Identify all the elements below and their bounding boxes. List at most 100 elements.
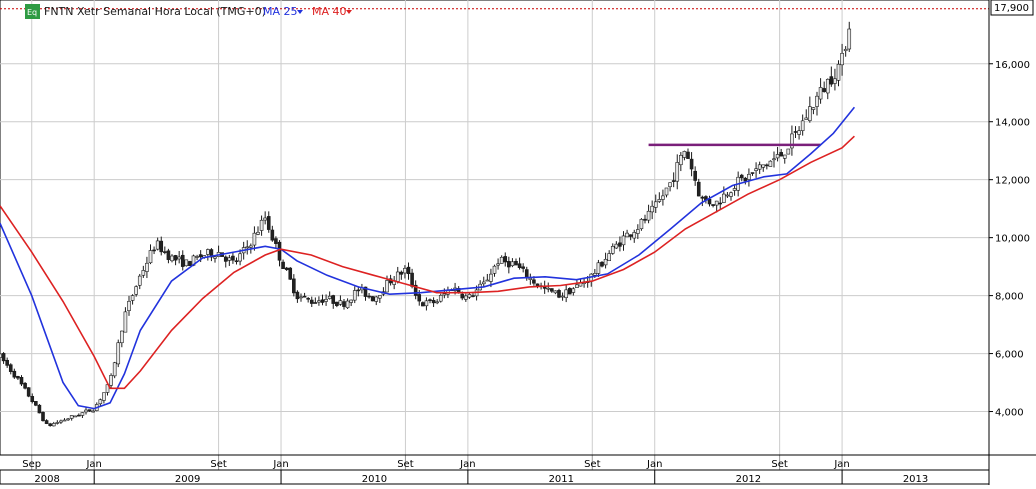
candle-body: [671, 180, 676, 182]
candle-body: [428, 299, 432, 301]
candle-body: [775, 154, 780, 159]
candle-body: [23, 382, 27, 389]
candle-body: [159, 240, 164, 253]
candle-body: [37, 404, 42, 414]
candle-body: [485, 279, 490, 282]
candle-body: [808, 106, 812, 121]
candle-body: [517, 263, 522, 268]
candle-body: [625, 232, 629, 238]
candle-body: [496, 263, 500, 266]
candle-body: [195, 256, 199, 258]
candle-body: [435, 301, 439, 304]
candle-body: [650, 205, 654, 213]
instrument-label[interactable]: FNTN Xetr Semanal Hora Local (TMG+0): [44, 5, 266, 18]
ma-fast-label[interactable]: MA 25: [263, 5, 298, 18]
candle-body: [112, 362, 117, 377]
candle-body: [130, 295, 135, 301]
candle-body: [768, 160, 773, 167]
candle-body: [782, 154, 787, 159]
candle-body: [743, 177, 748, 182]
candle-body: [442, 293, 447, 296]
candle-body: [815, 95, 819, 107]
candle-body: [632, 232, 637, 239]
candle-body: [646, 210, 651, 221]
candle-body: [797, 130, 801, 135]
candle-body: [309, 299, 314, 304]
candle-body: [238, 253, 242, 262]
candle-body: [51, 423, 56, 427]
candle-body: [618, 242, 622, 247]
candle-body: [711, 204, 715, 206]
candle-body: [564, 289, 568, 298]
candle-body: [223, 256, 228, 262]
candle-body: [403, 267, 407, 274]
candle-body: [370, 296, 375, 302]
candle-body: [231, 255, 235, 261]
x-month-label: Set: [210, 459, 227, 470]
candle-body: [102, 392, 106, 401]
candle-body: [596, 262, 601, 274]
x-month-label: Jan: [833, 459, 849, 470]
candle-body: [180, 254, 185, 267]
candle-body: [317, 300, 321, 303]
candle-body: [843, 48, 848, 52]
candle-body: [342, 301, 346, 307]
candle-body: [44, 420, 49, 424]
candle-body: [679, 155, 683, 166]
candle-body: [464, 295, 468, 300]
candle-body: [213, 256, 217, 259]
y-tick-label: 8,000: [995, 292, 1024, 303]
candle-body: [55, 422, 60, 424]
y-tick-label: 14,000: [995, 118, 1030, 129]
candle-body: [80, 412, 85, 416]
candle-body: [793, 131, 798, 133]
x-year-label: 2009: [175, 474, 200, 485]
candle-body: [707, 198, 712, 205]
candle-body: [256, 231, 260, 235]
candle-body: [657, 199, 662, 202]
candle-body: [800, 120, 805, 131]
candle-body: [8, 364, 13, 372]
x-year-label: 2008: [34, 474, 59, 485]
candle-body: [252, 232, 257, 246]
candle-body: [424, 300, 429, 307]
candle-body: [847, 28, 852, 50]
candle-body: [829, 76, 834, 85]
candle-body: [467, 294, 472, 298]
candle-body: [729, 192, 733, 197]
candle-body: [349, 299, 353, 303]
candle-body: [163, 251, 167, 253]
candle-body: [91, 410, 95, 413]
candle-body: [825, 78, 830, 94]
candle-body: [30, 396, 35, 403]
candle-body: [245, 246, 250, 249]
candle-body: [739, 174, 744, 179]
candle-body: [335, 301, 339, 306]
candle-body: [643, 218, 647, 221]
candle-body: [378, 295, 382, 299]
candle-body: [557, 290, 561, 298]
candle-body: [345, 300, 350, 309]
candle-body: [610, 246, 615, 254]
candle-body: [292, 278, 296, 294]
candle-body: [109, 375, 113, 386]
candle-body: [234, 260, 239, 263]
candle-body: [417, 294, 422, 302]
y-tick-label: 12,000: [995, 176, 1030, 187]
candle-body: [281, 261, 285, 269]
x-month-label: Set: [584, 459, 601, 470]
candle-body: [696, 181, 701, 197]
ma-slow-label[interactable]: MA 40: [312, 5, 347, 18]
candle-body: [668, 182, 672, 188]
candle-body: [772, 158, 776, 161]
x-year-label: 2010: [362, 474, 387, 485]
candle-body: [137, 275, 142, 286]
candle-body: [69, 415, 74, 419]
candle-body: [227, 257, 232, 261]
candle-body: [0, 353, 2, 358]
candle-body: [700, 196, 705, 199]
eq-badge-label: Eq: [27, 8, 37, 17]
candle-body: [675, 162, 680, 182]
candle-body: [503, 256, 508, 263]
candle-body: [560, 295, 565, 298]
